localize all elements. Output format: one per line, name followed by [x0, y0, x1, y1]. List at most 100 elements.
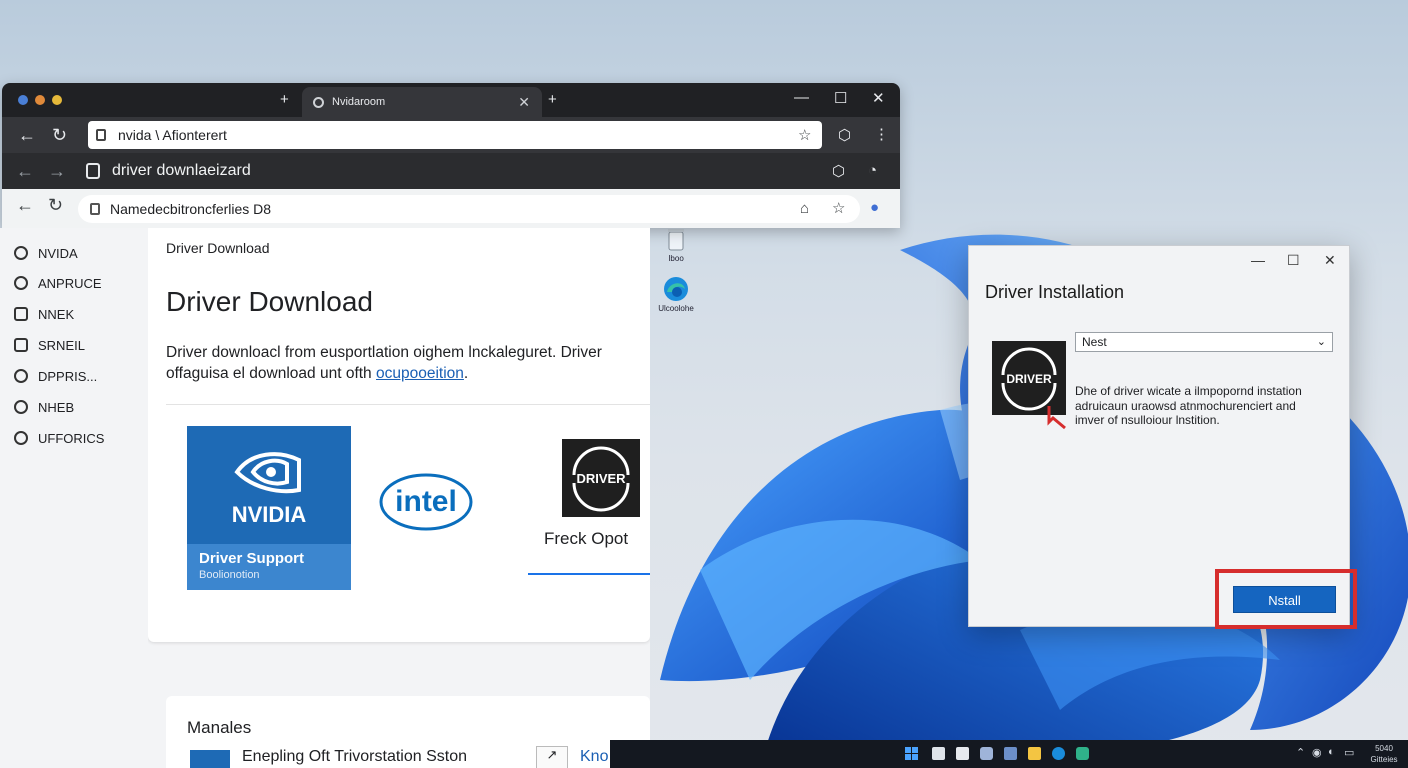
new-tab-plus-icon[interactable]: +: [548, 90, 557, 110]
monitor-icon: [14, 338, 28, 352]
list-icon: [14, 307, 28, 321]
address-bar-1[interactable]: nvida \ Afionterert: [88, 121, 822, 149]
close-icon[interactable]: ✕: [1324, 252, 1336, 269]
extension-icon[interactable]: ⬡: [838, 126, 851, 144]
install-button[interactable]: Nstall: [1233, 586, 1336, 613]
manuals-card: Manales Enepling Oft Trivorstation Sston…: [166, 696, 650, 768]
sidebar-item-anpruce[interactable]: ANPRUCE: [14, 274, 102, 294]
tab-close-icon[interactable]: ✕: [518, 87, 530, 117]
clock-line-2: Gitteies: [1370, 755, 1398, 764]
edge-icon[interactable]: [1052, 747, 1065, 760]
menu-kebab-icon[interactable]: ⋮: [874, 125, 889, 143]
dialog-desc-line-1: Dhe of driver wicate a ilmpopornd instat…: [1075, 384, 1302, 398]
address-bar-1-text: nvida \ Afionterert: [118, 127, 227, 143]
card2-title: Manales: [187, 718, 252, 737]
new-tab-icon[interactable]: +: [280, 90, 289, 110]
minimize-icon[interactable]: —: [794, 88, 809, 108]
open-external-button[interactable]: ↗: [536, 746, 568, 768]
sidebar-item-nnek[interactable]: NNEK: [14, 305, 74, 325]
desktop-icon-edge[interactable]: Ulcoolohe: [648, 276, 704, 313]
description-line-2: offaguisa el download unt ofth: [166, 365, 372, 382]
forward-icon[interactable]: →: [48, 153, 66, 189]
recycle-bin-icon: [668, 229, 684, 251]
car-icon: [14, 246, 28, 260]
reload-icon[interactable]: ↻: [48, 187, 63, 223]
windows-start-icon[interactable]: [905, 747, 918, 760]
address-bar-3-text: Namedecbitroncferlies D8: [110, 201, 272, 217]
select-value: Nest: [1082, 335, 1107, 349]
dialog-desc-line-2: adruicaun uraowsd atnmochurenciert and: [1075, 398, 1296, 413]
profile-icon[interactable]: ◔: [868, 162, 877, 179]
nvidia-tile[interactable]: NVIDIA Driver Support Boolionotion: [187, 426, 351, 590]
driver-app-tile[interactable]: DRIVER: [562, 439, 640, 517]
window-dot-blue[interactable]: [18, 95, 28, 105]
intel-wordmark: intel: [395, 485, 457, 518]
driver-tab-underline: [528, 573, 650, 575]
sidebar-item-label: DPPRIS...: [38, 369, 98, 384]
toolbar-row-1: ← ↻ nvida \ Afionterert ☆ ⬡ ⋮: [2, 117, 900, 153]
sidebar-item-label: NHEB: [38, 400, 75, 415]
toolbar-row-3: ← ↻ Namedecbitroncferlies D8 ⌂ ☆ ●: [2, 189, 900, 228]
page-description: Driver downloacl from eusportlation oigh…: [166, 342, 650, 384]
intel-logo[interactable]: intel: [378, 471, 474, 533]
lock-icon: [86, 163, 100, 179]
profile-avatar-icon[interactable]: ●: [870, 199, 879, 216]
sidebar-item-dppris[interactable]: DPPRIS...: [14, 367, 97, 387]
cursor-arrow-icon: [1047, 406, 1066, 430]
close-window-icon[interactable]: ✕: [872, 89, 885, 109]
task-view-icon[interactable]: [932, 747, 945, 760]
globe-icon: [14, 400, 28, 414]
back-icon[interactable]: ←: [18, 117, 36, 153]
address-bar-2-text[interactable]: driver downlaeizard: [112, 153, 251, 189]
minimize-icon[interactable]: —: [1251, 252, 1265, 268]
driver-logo-text: DRIVER: [1006, 372, 1052, 386]
reload-icon[interactable]: ↻: [52, 117, 67, 153]
sidebar-item-nheb[interactable]: NHEB: [14, 398, 74, 418]
sidebar-item-srneil[interactable]: SRNEIL: [14, 336, 85, 356]
bookmark-icon[interactable]: ☆: [832, 199, 845, 217]
desktop-icon-recycle-bin[interactable]: Iboo: [648, 226, 704, 263]
window-dot-yellow[interactable]: [52, 95, 62, 105]
back-icon[interactable]: ←: [16, 187, 34, 223]
sidebar-item-uffforics[interactable]: UFFORICS: [14, 429, 104, 449]
sidebar-item-label: UFFORICS: [38, 431, 105, 446]
breadcrumb[interactable]: Driver Download: [166, 240, 269, 256]
app-icon[interactable]: [1076, 747, 1089, 760]
window-dot-orange[interactable]: [35, 95, 45, 105]
maximize-icon[interactable]: ☐: [1287, 252, 1300, 269]
volume-icon[interactable]: ◐: [1328, 746, 1335, 758]
file-explorer-icon[interactable]: [1028, 747, 1041, 760]
sidebar-item-label: NVIDA: [38, 246, 78, 261]
driver-logo-text: DRIVER: [576, 471, 626, 486]
driver-caption[interactable]: Freck Opot: [544, 529, 628, 549]
list-item-text: Enepling Oft Trivorstation Sston: [242, 748, 467, 765]
sidebar-item-nvida[interactable]: NVIDA: [14, 244, 78, 264]
description-line-1: Driver downloacl from eusportlation oigh…: [166, 344, 602, 361]
address-bar-3[interactable]: Namedecbitroncferlies D8: [78, 195, 860, 223]
tab-title: Nvidaroom: [332, 96, 386, 108]
maximize-icon[interactable]: ☐: [834, 89, 847, 109]
vendor-logos: NVIDIA Driver Support Boolionotion intel…: [166, 404, 650, 642]
driver-select-dropdown[interactable]: Nest ⌄: [1075, 332, 1333, 352]
dialog-description: Dhe of driver wicate a ilmpopornd instat…: [1075, 384, 1337, 428]
description-link[interactable]: ocupooeition: [376, 365, 464, 382]
tray-chevron-icon[interactable]: ⌃: [1296, 746, 1305, 759]
store-icon[interactable]: [1004, 747, 1017, 760]
sidebar: NVIDA ANPRUCE NNEK SRNEIL DPPRIS... NHEB…: [0, 228, 148, 768]
location-pin-icon: [14, 431, 28, 445]
nvidia-eye-icon: [234, 452, 301, 494]
clock[interactable]: 5040 Gitteies: [1362, 743, 1406, 765]
widgets-icon[interactable]: [956, 747, 969, 760]
tab-active[interactable]: Nvidaroom ✕: [302, 87, 542, 117]
list-item-link[interactable]: Kno: [580, 748, 608, 766]
home-icon[interactable]: ⌂: [800, 200, 809, 217]
extension-icon[interactable]: ⬡: [832, 162, 845, 180]
battery-icon[interactable]: ▭: [1344, 746, 1354, 759]
chat-icon[interactable]: [980, 747, 993, 760]
wifi-icon[interactable]: ◉: [1312, 746, 1322, 759]
nvidia-wordmark: NVIDIA: [231, 502, 307, 527]
edge-browser-icon: [664, 277, 688, 301]
bookmark-star-icon[interactable]: ☆: [798, 126, 811, 144]
list-item[interactable]: Enepling Oft Trivorstation Sston ↗ Kno: [190, 746, 650, 768]
back-icon[interactable]: ←: [16, 153, 34, 189]
